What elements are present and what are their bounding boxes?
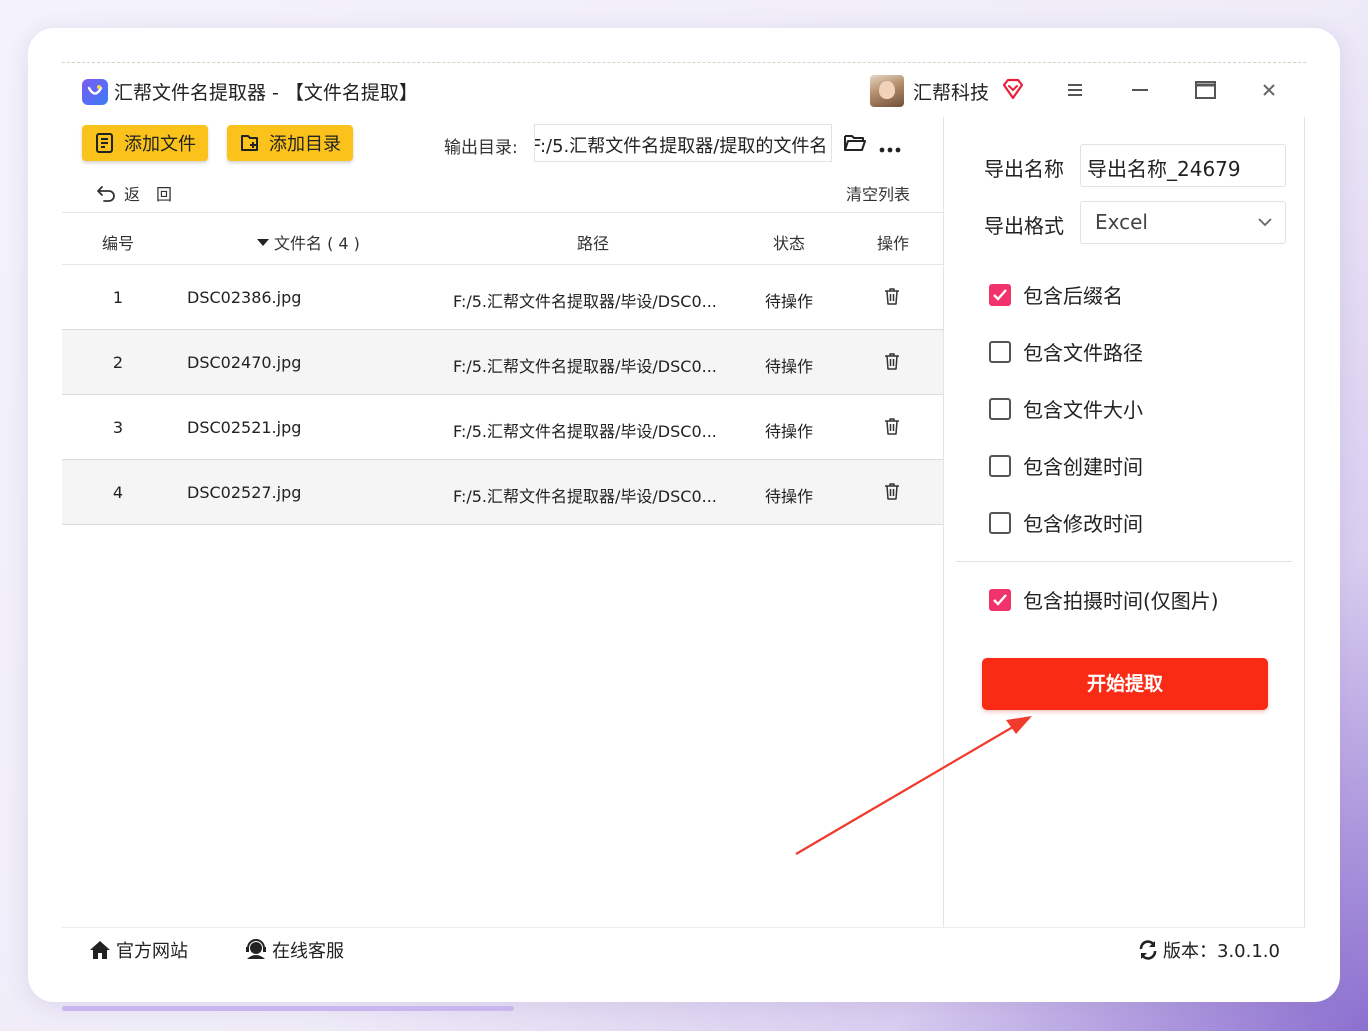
option-label: 包含文件大小 [1023, 398, 1143, 422]
row-filename: DSC02386.jpg [187, 288, 302, 307]
version-label: 版本：3.0.1.0 [1163, 941, 1280, 962]
row-path: F:/5.汇帮文件名提取器/毕设/DSC0... [453, 357, 717, 376]
more-options-icon[interactable] [878, 139, 902, 158]
trash-icon[interactable] [882, 481, 902, 505]
option-label: 包含修改时间 [1023, 512, 1143, 536]
row-path: F:/5.汇帮文件名提取器/毕设/DSC0... [453, 422, 717, 441]
header-status: 状态 [773, 234, 806, 253]
online-service-link[interactable]: 在线客服 [244, 937, 344, 963]
minimize-icon[interactable] [1127, 77, 1153, 103]
option-modified[interactable]: 包含修改时间 [989, 508, 1143, 537]
app-window: 汇帮文件名提取器 - 【文件名提取】 汇帮科技 添加文件 添加目录 输出目录: … [62, 62, 1306, 970]
export-name-label: 导出名称 [984, 157, 1064, 181]
option-created[interactable]: 包含创建时间 [989, 451, 1143, 480]
table-row[interactable]: 3 DSC02521.jpg F:/5.汇帮文件名提取器/毕设/DSC0... … [62, 395, 944, 460]
option-shot-time[interactable]: 包含拍摄时间(仅图片) [989, 585, 1219, 614]
official-site-link[interactable]: 官方网站 [88, 937, 188, 963]
export-name-input[interactable]: 导出名称_24679 [1080, 144, 1286, 187]
headset-icon [246, 939, 266, 959]
output-dir-input[interactable]: F:/5.汇帮文件名提取器/提取的文件名 [534, 124, 832, 162]
export-format-label: 导出格式 [984, 214, 1064, 238]
brand-name: 汇帮科技 [913, 82, 990, 104]
row-num: 4 [112, 483, 124, 502]
header-op: 操作 [877, 234, 910, 253]
app-logo-icon [82, 79, 108, 105]
row-filename: DSC02527.jpg [187, 483, 302, 502]
trash-icon[interactable] [882, 351, 902, 375]
table-header: 编号 文件名 ( 4 ) 路径 状态 操作 [62, 212, 944, 265]
official-site-label: 官方网站 [116, 941, 188, 962]
user-avatar[interactable] [870, 75, 904, 107]
header-name-label: 文件名 ( 4 ) [274, 234, 360, 253]
option-label: 包含后缀名 [1023, 284, 1123, 308]
header-path: 路径 [577, 234, 610, 253]
close-icon[interactable] [1256, 77, 1282, 103]
sort-down-icon [257, 239, 269, 246]
checkbox-checked[interactable] [989, 588, 1011, 611]
option-label: 包含文件路径 [1023, 341, 1143, 365]
chevron-down-icon [1258, 218, 1272, 227]
checkbox[interactable] [989, 397, 1011, 420]
menu-icon[interactable] [1062, 77, 1088, 103]
row-status: 待操作 [765, 292, 814, 311]
refresh-icon [1139, 940, 1157, 960]
horizontal-scrollbar[interactable] [62, 1006, 514, 1011]
add-file-label: 添加文件 [124, 134, 196, 155]
output-dir-label: 输出目录: [444, 138, 518, 158]
row-path: F:/5.汇帮文件名提取器/毕设/DSC0... [453, 292, 717, 311]
maximize-icon[interactable] [1192, 77, 1218, 103]
option-path[interactable]: 包含文件路径 [989, 337, 1143, 366]
undo-icon [97, 186, 115, 202]
row-num: 1 [112, 288, 124, 307]
add-directory-button[interactable]: 添加目录 [227, 125, 353, 161]
add-file-button[interactable]: 添加文件 [82, 125, 208, 161]
export-format-value: Excel [1095, 210, 1148, 234]
divider [956, 561, 1292, 562]
back-button[interactable]: 返 回 [96, 181, 172, 205]
app-title: 汇帮文件名提取器 - 【文件名提取】 [114, 82, 418, 104]
table-row[interactable]: 2 DSC02470.jpg F:/5.汇帮文件名提取器/毕设/DSC0... … [62, 330, 944, 395]
checkbox[interactable] [989, 511, 1011, 534]
open-folder-icon[interactable] [843, 133, 867, 157]
folder-add-icon [241, 135, 258, 151]
header-num: 编号 [102, 234, 135, 253]
trash-icon[interactable] [882, 286, 902, 310]
row-status: 待操作 [765, 487, 814, 506]
home-icon [90, 941, 110, 959]
row-status: 待操作 [765, 357, 814, 376]
row-filename: DSC02521.jpg [187, 418, 302, 437]
version-info[interactable]: 版本：3.0.1.0 [1137, 937, 1280, 963]
option-label: 包含拍摄时间(仅图片) [1023, 589, 1219, 613]
option-suffix[interactable]: 包含后缀名 [989, 280, 1123, 309]
add-directory-label: 添加目录 [269, 134, 341, 155]
option-size[interactable]: 包含文件大小 [989, 394, 1143, 423]
export-format-select[interactable]: Excel [1080, 201, 1286, 244]
row-num: 2 [112, 353, 124, 372]
option-label: 包含创建时间 [1023, 455, 1143, 479]
file-table: 编号 文件名 ( 4 ) 路径 状态 操作 1 DSC02386.jpg F:/… [62, 212, 944, 525]
export-settings-panel: 导出名称 导出名称_24679 导出格式 Excel 包含后缀名 包含文件路径 … [943, 117, 1305, 927]
row-path: F:/5.汇帮文件名提取器/毕设/DSC0... [453, 487, 717, 506]
clear-list-button[interactable]: 清空列表 [846, 181, 910, 205]
footer-bar: 官方网站 在线客服 版本：3.0.1.0 [62, 927, 1306, 971]
row-filename: DSC02470.jpg [187, 353, 302, 372]
title-bar: 汇帮文件名提取器 - 【文件名提取】 汇帮科技 [62, 63, 1306, 119]
start-extract-button[interactable]: 开始提取 [982, 658, 1268, 710]
online-service-label: 在线客服 [272, 941, 344, 962]
row-status: 待操作 [765, 422, 814, 441]
vip-diamond-icon[interactable] [1001, 77, 1025, 105]
checkbox-checked[interactable] [989, 283, 1011, 306]
header-name[interactable]: 文件名 ( 4 ) [256, 230, 360, 254]
checkbox[interactable] [989, 454, 1011, 477]
file-list-icon [96, 133, 113, 153]
table-row[interactable]: 1 DSC02386.jpg F:/5.汇帮文件名提取器/毕设/DSC0... … [62, 265, 944, 330]
table-row[interactable]: 4 DSC02527.jpg F:/5.汇帮文件名提取器/毕设/DSC0... … [62, 460, 944, 525]
trash-icon[interactable] [882, 416, 902, 440]
back-label: 返 回 [124, 185, 173, 204]
checkbox[interactable] [989, 340, 1011, 363]
row-num: 3 [112, 418, 124, 437]
